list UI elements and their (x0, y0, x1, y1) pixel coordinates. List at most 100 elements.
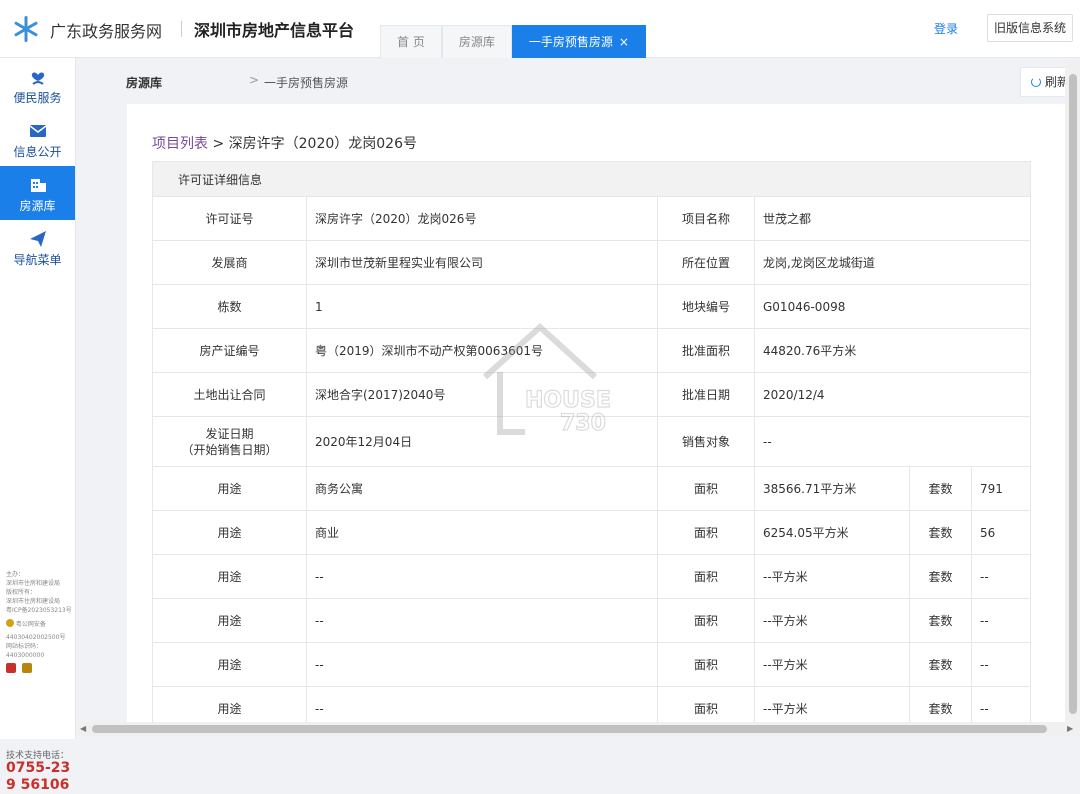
usage-value: 商业 (306, 510, 658, 555)
section-title: 许可证详细信息 (151, 161, 1032, 197)
field-value: 1 (306, 284, 658, 329)
usage-label: 用途 (152, 598, 307, 643)
horizontal-scroll-thumb[interactable] (92, 725, 1047, 733)
usage-label: 用途 (152, 466, 307, 511)
page-tabs: 首 页 房源库 一手房预售房源 × (380, 25, 646, 58)
project-crumb-current: 深房许字（2020）龙岗026号 (228, 136, 417, 152)
field-value: 深地合字(2017)2040号 (306, 372, 658, 417)
units-value: -- (970, 554, 1032, 599)
usage-label: 用途 (152, 510, 307, 555)
sidebar-item-label: 导航菜单 (13, 253, 62, 267)
area-label: 面积 (657, 686, 755, 724)
gov-error-badge-icon[interactable] (6, 663, 16, 673)
units-value: 56 (970, 510, 1032, 555)
area-value: 6254.05平方米 (754, 510, 910, 555)
area-value: --平方米 (754, 642, 910, 687)
field-label: 房产证编号 (152, 328, 307, 373)
tab-home[interactable]: 首 页 (380, 25, 442, 58)
field-value: 粤（2019）深圳市不动产权第0063601号 (306, 328, 658, 373)
footer-line: 主办： (6, 571, 25, 578)
breadcrumb-separator: > (249, 73, 260, 87)
scroll-right-arrow-icon[interactable]: ▶ (1067, 724, 1073, 733)
login-link[interactable]: 登录 (934, 20, 958, 37)
area-label: 面积 (657, 466, 755, 511)
usage-row: 用途 商务公寓 面积 38566.71平方米 套数 791 (152, 466, 1032, 511)
footer-info: 主办： 深圳市住房和建设局 版权所有： 深圳市住房和建设局 粤ICP备20230… (6, 570, 76, 676)
units-label: 套数 (909, 598, 972, 643)
field-value: -- (753, 416, 1032, 467)
area-label: 面积 (657, 554, 755, 599)
area-value: --平方米 (754, 554, 910, 599)
site-id: 4403000000 (6, 652, 45, 659)
field-value: 世茂之都 (753, 196, 1032, 241)
tab-presale[interactable]: 一手房预售房源 × (511, 25, 646, 58)
project-breadcrumb: 项目列表 > 深房许字（2020）龙岗026号 (152, 133, 417, 153)
field-value: 深圳市世茂新里程实业有限公司 (306, 240, 658, 285)
sidebar-item-nav[interactable]: 导航菜单 (0, 220, 75, 274)
breadcrumb: 房源库 > 一手房预售房源 (77, 59, 1080, 103)
field-label: 发证日期 （开始销售日期） (152, 416, 307, 467)
area-label: 面积 (657, 510, 755, 555)
title-divider (181, 21, 182, 37)
scroll-left-arrow-icon[interactable]: ◀ (80, 724, 86, 733)
field-label: 地块编号 (657, 284, 755, 329)
usage-row: 用途 商业 面积 6254.05平方米 套数 56 (152, 510, 1032, 555)
police-record[interactable]: 粤公网安备 (6, 619, 76, 629)
tab-listings[interactable]: 房源库 (441, 25, 512, 58)
police-number: 44030402002500号 (6, 634, 66, 641)
breadcrumb-root[interactable]: 房源库 (126, 74, 162, 91)
units-label: 套数 (909, 686, 972, 724)
issue-date-label: 发证日期 (205, 426, 254, 441)
field-value: 2020年12月04日 (306, 416, 658, 467)
police-badge-icon (6, 619, 14, 627)
heart-hand-icon (31, 72, 44, 85)
breadcrumb-current: 一手房预售房源 (264, 76, 349, 90)
sidebar-item-info[interactable]: 信息公开 (0, 112, 75, 166)
table-header-row: 许可证详细信息 (151, 161, 1032, 197)
table-row: 发展商 深圳市世茂新里程实业有限公司 所在位置 龙岗,龙岗区龙城街道 (152, 240, 1032, 285)
field-value: G01046-0098 (753, 284, 1032, 329)
units-value: 791 (970, 466, 1032, 511)
sidebar-item-listings[interactable]: 房源库 (0, 166, 75, 220)
vertical-scroll-thumb[interactable] (1069, 74, 1077, 714)
footer-line: 版权所有： (6, 589, 37, 596)
party-emblem-icon[interactable] (22, 663, 32, 673)
field-label: 栋数 (152, 284, 307, 329)
envelope-icon (29, 125, 46, 137)
usage-value: -- (306, 642, 658, 687)
field-value: 龙岗,龙岗区龙城街道 (753, 240, 1032, 285)
horizontal-scrollbar[interactable]: ◀ ▶ (77, 722, 1080, 736)
usage-label: 用途 (152, 686, 307, 724)
field-label: 销售对象 (657, 416, 755, 467)
usage-value: 商务公寓 (306, 466, 658, 511)
field-value: 深房许字（2020）龙岗026号 (306, 196, 658, 241)
police-label: 粤公网安备 (15, 621, 46, 628)
usage-row: 用途 -- 面积 --平方米 套数 -- (152, 598, 1032, 643)
footer-line[interactable]: 粤ICP备2023053213号 (6, 606, 76, 615)
building-icon (30, 179, 46, 192)
vertical-scrollbar[interactable] (1065, 60, 1080, 724)
field-label: 项目名称 (657, 196, 755, 241)
table-row: 房产证编号 粤（2019）深圳市不动产权第0063601号 批准面积 44820… (152, 328, 1032, 373)
units-label: 套数 (909, 642, 972, 687)
usage-row: 用途 -- 面积 --平方米 套数 -- (152, 686, 1032, 724)
field-label: 所在位置 (657, 240, 755, 285)
field-label: 土地出让合同 (152, 372, 307, 417)
support-phone: 0755-239 56106 (6, 760, 71, 793)
table-row: 土地出让合同 深地合字(2017)2040号 批准日期 2020/12/4 (152, 372, 1032, 417)
project-list-link[interactable]: 项目列表 (152, 136, 208, 152)
top-header: 广东政务服务网 深圳市房地产信息平台 首 页 房源库 一手房预售房源 × 登录 旧… (0, 0, 1080, 58)
units-value: -- (970, 686, 1032, 724)
usage-label: 用途 (152, 554, 307, 599)
field-label: 发展商 (152, 240, 307, 285)
tab-presale-label: 一手房预售房源 (528, 35, 613, 49)
units-label: 套数 (909, 466, 972, 511)
close-icon[interactable]: × (619, 35, 629, 49)
gov-portal-title[interactable]: 广东政务服务网 (50, 18, 162, 42)
area-value: 38566.71平方米 (754, 466, 910, 511)
units-label: 套数 (909, 510, 972, 555)
project-crumb-sep: > (208, 136, 229, 152)
old-system-button[interactable]: 旧版信息系统 (987, 14, 1074, 42)
sidebar-item-services[interactable]: 便民服务 (0, 58, 75, 112)
snowflake-logo-icon (14, 16, 38, 42)
